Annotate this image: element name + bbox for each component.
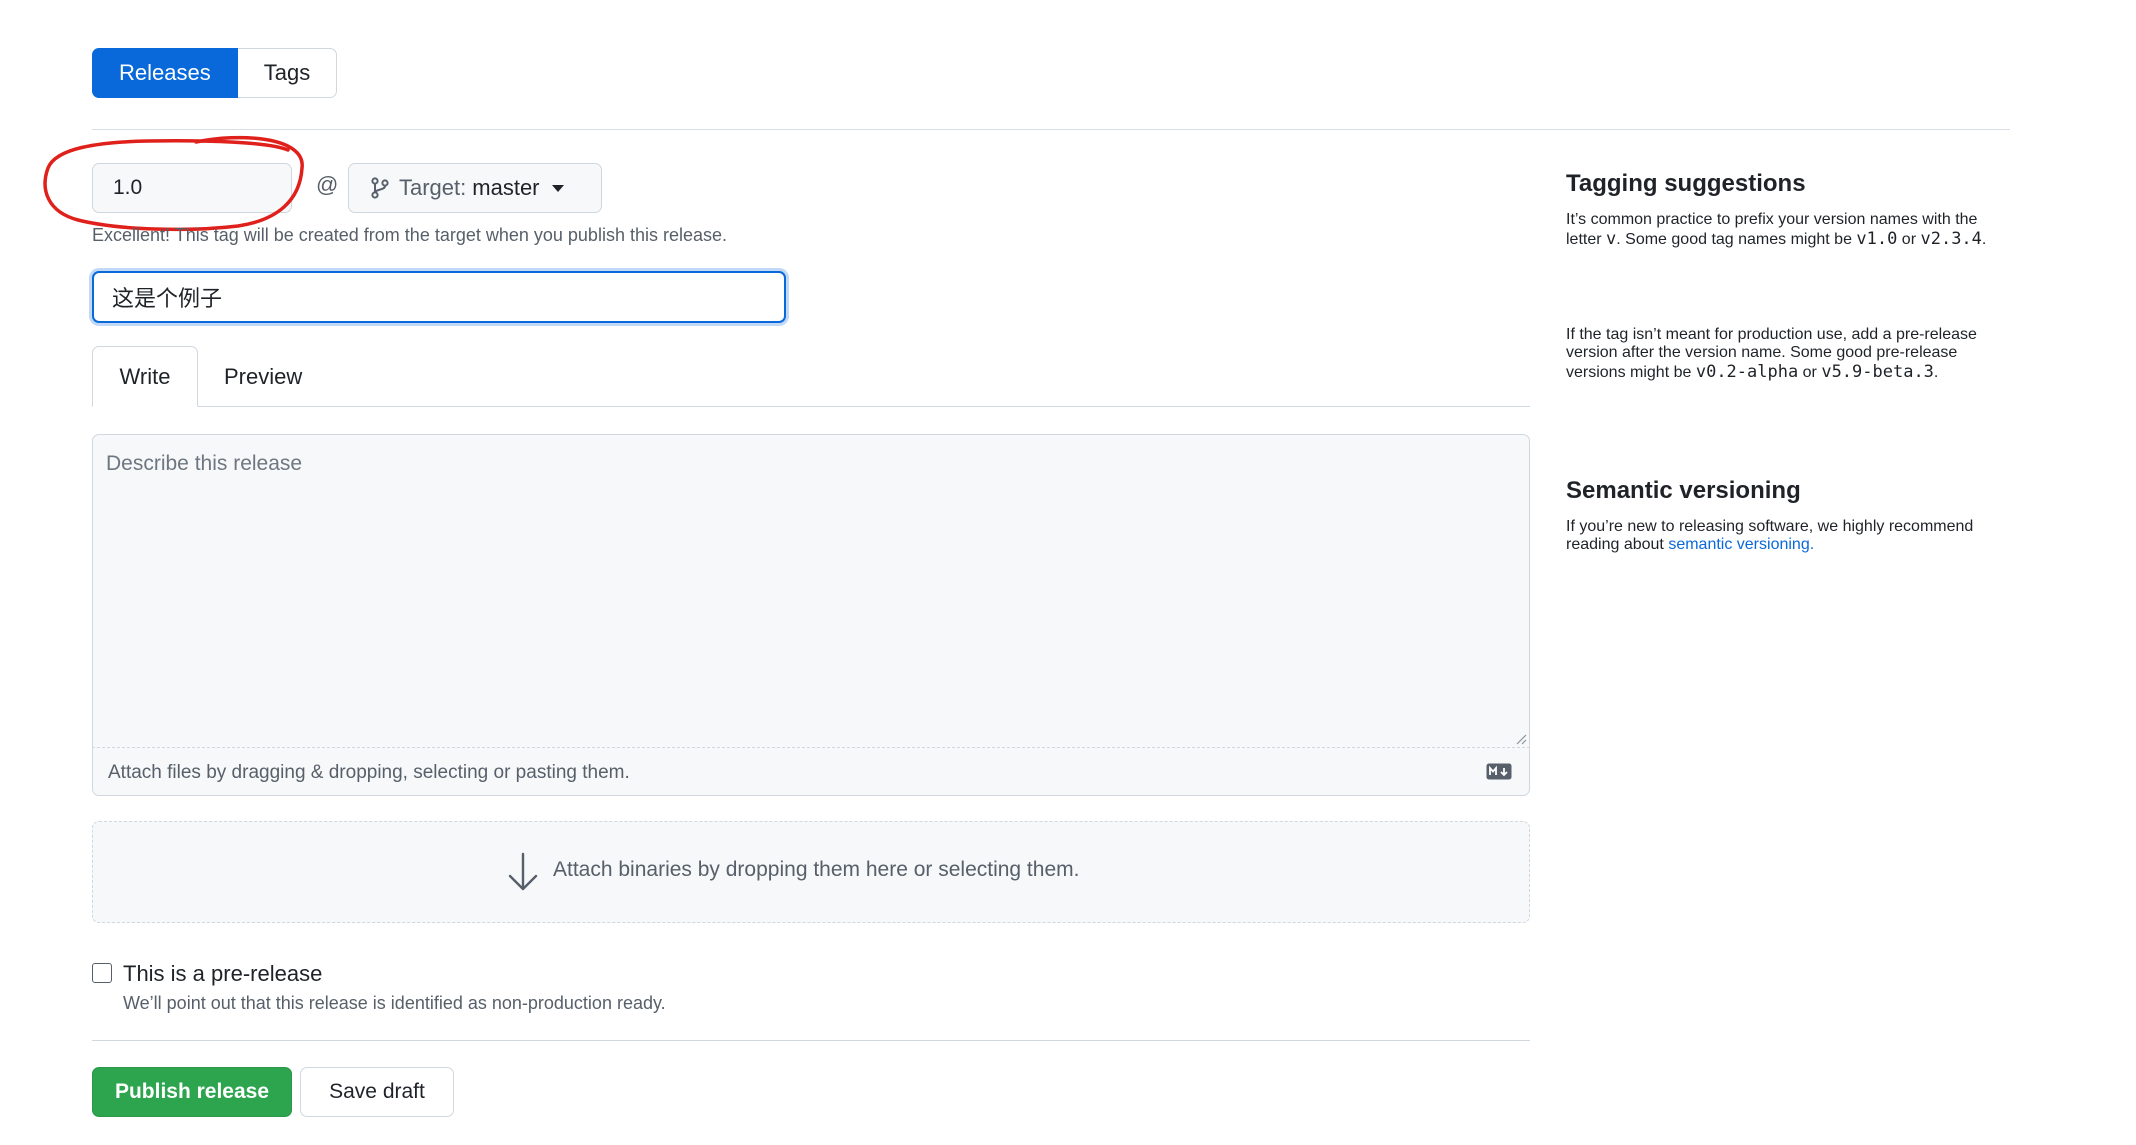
prerelease-description: We’ll point out that this release is ide… [123,993,666,1013]
tag-name-input[interactable] [92,163,292,213]
chevron-down-icon [551,184,564,192]
resize-grip-icon[interactable] [1515,733,1527,745]
prerelease-suggestions-text: If the tag isn’t meant for production us… [1566,326,1977,382]
save-draft-button[interactable]: Save draft [300,1067,454,1117]
binaries-text: Attach binaries by dropping them here or… [553,858,1080,881]
arrow-down-icon [508,852,538,891]
bottom-divider [92,1040,1530,1041]
publish-release-button[interactable]: Publish release [92,1067,292,1117]
target-branch-button[interactable]: Target: master [348,163,602,213]
attach-files-text[interactable]: Attach files by dragging & dropping, sel… [108,762,630,784]
attach-divider [92,747,1530,748]
tab-write[interactable]: Write [92,346,198,407]
description-placeholder: Describe this release [106,452,303,475]
markdown-icon[interactable] [1486,763,1512,780]
semantic-versioning-heading: Semantic versioning [1566,477,1801,504]
top-divider [92,129,2010,130]
semantic-versioning-link[interactable]: semantic versioning [1668,536,1809,553]
semantic-versioning-text: If you’re new to releasing software, we … [1566,518,1974,553]
branch-icon [371,177,389,199]
at-sign: @ [316,172,339,197]
tagging-suggestions-heading: Tagging suggestions [1566,170,1806,197]
target-label: Target: [399,175,467,200]
tagging-suggestions-text: It’s common practice to prefix your vers… [1566,211,1987,249]
prerelease-checkbox[interactable] [92,963,112,983]
releases-tags-subnav: Releases Tags [92,48,338,98]
tag-note: Excellent! This tag will be created from… [92,225,728,245]
releases-tab[interactable]: Releases [92,48,238,98]
target-value: master [472,175,540,200]
tab-preview[interactable]: Preview [198,346,328,407]
release-description-textarea[interactable] [92,434,1530,796]
tags-tab[interactable]: Tags [237,48,338,98]
release-title-input[interactable] [92,271,786,323]
prerelease-label[interactable]: This is a pre-release [123,961,322,987]
